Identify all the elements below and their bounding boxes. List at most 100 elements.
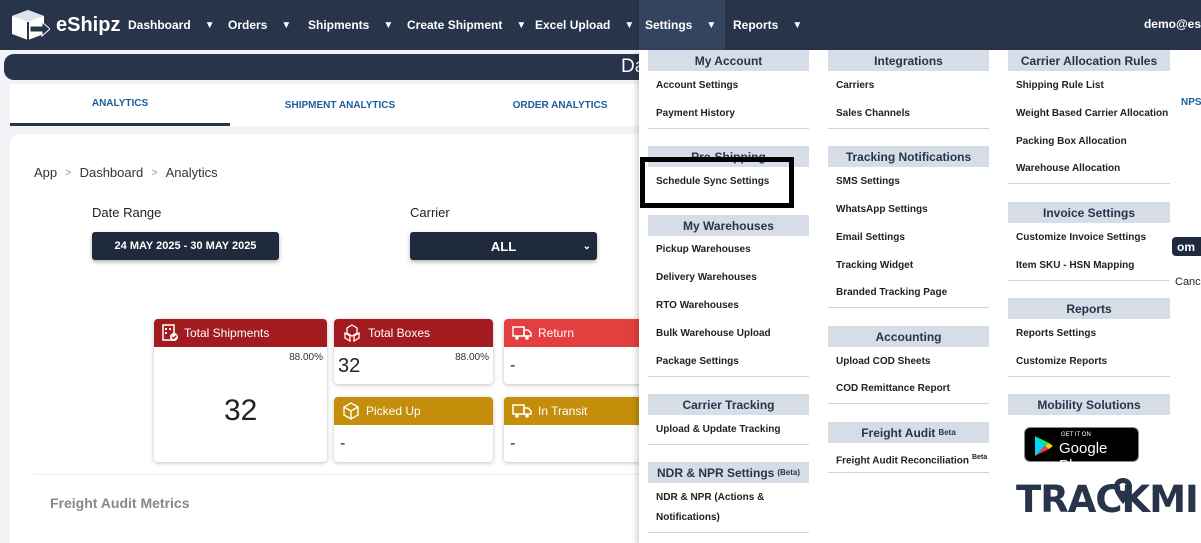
chevron-right-icon: > <box>65 166 72 179</box>
caret-down-icon: ▼ <box>383 19 394 31</box>
divider <box>1008 183 1170 184</box>
divider <box>828 472 989 473</box>
tab-nps[interactable]: NPS <box>1181 97 1201 108</box>
menu-item-carriers[interactable]: Carriers <box>836 76 874 96</box>
nav-shipments[interactable]: Shipments ▼ <box>308 0 393 50</box>
in-transit-card[interactable]: In Transit - <box>504 397 650 462</box>
menu-item-ndr-npr-notifications[interactable]: Notifications) <box>656 508 720 528</box>
menu-heading-my-account: My Account <box>648 50 809 71</box>
menu-item-reports-settings[interactable]: Reports Settings <box>1016 324 1096 344</box>
menu-item-upload-cod-sheets[interactable]: Upload COD Sheets <box>836 352 930 372</box>
trackmile-logo[interactable]: TRACKMILE <box>1016 478 1201 521</box>
menu-item-payment-history[interactable]: Payment History <box>656 104 735 124</box>
nav-excel-upload[interactable]: Excel Upload ▼ <box>535 0 634 50</box>
box-logo-icon <box>12 10 50 40</box>
menu-heading-carrier-tracking: Carrier Tracking <box>648 394 809 415</box>
partial-button[interactable]: om <box>1172 237 1201 256</box>
breadcrumb-dashboard[interactable]: Dashboard <box>80 165 144 180</box>
beta-badge: Beta <box>938 428 956 437</box>
nav-reports[interactable]: Reports ▼ <box>733 0 802 50</box>
menu-item-customize-invoice[interactable]: Customize Invoice Settings <box>1016 228 1146 248</box>
analytics-tabs: ANALYTICS SHIPMENT ANALYTICS ORDER ANALY… <box>10 84 650 126</box>
menu-item-weight-based-allocation[interactable]: Weight Based Carrier Allocation <box>1016 104 1168 124</box>
divider <box>1008 376 1170 377</box>
menu-item-tracking-widget[interactable]: Tracking Widget <box>836 256 913 276</box>
chevron-down-icon: ⌄ <box>582 240 591 252</box>
boxes-icon <box>344 324 360 342</box>
tab-analytics[interactable]: ANALYTICS <box>10 84 230 126</box>
card-header: Total Boxes <box>334 319 493 347</box>
menu-item-freight-audit-reconciliation[interactable]: Freight Audit Reconciliation Beta <box>836 448 987 471</box>
nav-settings[interactable]: Settings ▼ <box>639 0 725 50</box>
menu-item-package-settings[interactable]: Package Settings <box>656 352 739 372</box>
menu-item-whatsapp-settings[interactable]: WhatsApp Settings <box>836 200 928 220</box>
card-title: In Transit <box>538 404 588 418</box>
card-value: 32 <box>338 355 361 377</box>
heading-text: NDR & NPR Settings <box>656 465 775 480</box>
play-store-icon <box>1035 436 1053 456</box>
menu-item-pickup-warehouses[interactable]: Pickup Warehouses <box>656 240 751 260</box>
menu-item-delivery-warehouses[interactable]: Delivery Warehouses <box>656 268 757 288</box>
menu-item-branded-tracking-page[interactable]: Branded Tracking Page <box>836 283 947 303</box>
card-header: Return <box>504 319 650 347</box>
menu-item-customize-reports[interactable]: Customize Reports <box>1016 352 1107 372</box>
carrier-select[interactable]: ALL ⌄ <box>410 232 597 260</box>
menu-heading-accounting: Accounting <box>828 326 989 347</box>
nav-orders[interactable]: Orders ▼ <box>228 0 291 50</box>
menu-item-account-settings[interactable]: Account Settings <box>656 76 738 96</box>
return-card[interactable]: Return - <box>504 319 650 384</box>
nav-label: Dashboard <box>128 18 191 32</box>
chevron-right-icon: > <box>151 166 158 179</box>
menu-item-ndr-npr-actions[interactable]: NDR & NPR (Actions & <box>656 488 764 508</box>
menu-item-upload-update-tracking[interactable]: Upload & Update Tracking <box>656 420 780 440</box>
nav-create-shipment[interactable]: Create Shipment ▼ <box>407 0 526 50</box>
menu-item-bulk-warehouse-upload[interactable]: Bulk Warehouse Upload <box>656 324 771 344</box>
menu-item-sms-settings[interactable]: SMS Settings <box>836 172 900 192</box>
menu-item-cod-remittance-report[interactable]: COD Remittance Report <box>836 379 950 399</box>
menu-item-email-settings[interactable]: Email Settings <box>836 228 905 248</box>
menu-item-packing-box-allocation[interactable]: Packing Box Allocation <box>1016 132 1127 152</box>
card-header: Picked Up <box>334 397 493 425</box>
nav-label: Settings <box>645 18 693 32</box>
total-shipments-card[interactable]: Total Shipments 88.00% 32 <box>154 319 327 462</box>
badge-big-text: Google Play <box>1059 440 1108 474</box>
menu-item-rto-warehouses[interactable]: RTO Warehouses <box>656 296 739 316</box>
picked-up-card[interactable]: Picked Up - <box>334 397 493 462</box>
caret-down-icon: ▼ <box>706 19 717 31</box>
beta-badge: (Beta) <box>777 468 800 477</box>
menu-item-shipping-rule-list[interactable]: Shipping Rule List <box>1016 76 1104 96</box>
tab-order-analytics[interactable]: ORDER ANALYTICS <box>450 84 670 126</box>
divider <box>828 307 989 308</box>
card-header: Total Shipments <box>154 319 327 347</box>
menu-item-warehouse-allocation[interactable]: Warehouse Allocation <box>1016 159 1120 179</box>
tab-shipment-analytics[interactable]: SHIPMENT ANALYTICS <box>230 84 450 126</box>
card-value: - <box>340 435 346 452</box>
highlight-box <box>640 157 794 208</box>
package-icon <box>343 402 359 420</box>
nav-dashboard[interactable]: Dashboard ▼ <box>128 0 215 50</box>
menu-heading-tracking-notifications: Tracking Notifications <box>828 146 989 167</box>
caret-down-icon: ▼ <box>204 19 215 31</box>
trend-percent: 88.00% <box>289 352 323 363</box>
total-boxes-card[interactable]: Total Boxes 88.00% 32 <box>334 319 493 384</box>
menu-heading-mobility: Mobility Solutions <box>1008 394 1170 415</box>
logo[interactable]: eShipz <box>8 8 120 42</box>
heading-text: Freight Audit <box>861 425 936 440</box>
breadcrumb: App > Dashboard > Analytics <box>34 165 218 180</box>
trend-percent: 88.00% <box>455 352 489 363</box>
user-menu[interactable]: demo@es <box>1144 17 1201 31</box>
breadcrumb-app[interactable]: App <box>34 165 57 180</box>
app-name: eShipz <box>56 13 121 36</box>
card-value: - <box>510 435 516 452</box>
menu-heading-reports: Reports <box>1008 298 1170 319</box>
return-truck-icon <box>512 326 532 340</box>
section-title: Freight Audit Metrics <box>50 495 190 511</box>
google-play-badge[interactable]: GET IT ON Google Play <box>1024 427 1139 474</box>
date-range-label: Date Range <box>92 205 162 220</box>
menu-item-sales-channels[interactable]: Sales Channels <box>836 104 910 124</box>
card-header: In Transit <box>504 397 650 425</box>
divider <box>648 376 809 377</box>
menu-item-sku-hsn-mapping[interactable]: Item SKU - HSN Mapping <box>1016 256 1134 276</box>
date-range-picker[interactable]: 24 MAY 2025 - 30 MAY 2025 <box>92 232 279 260</box>
caret-down-icon: ▼ <box>624 19 635 31</box>
